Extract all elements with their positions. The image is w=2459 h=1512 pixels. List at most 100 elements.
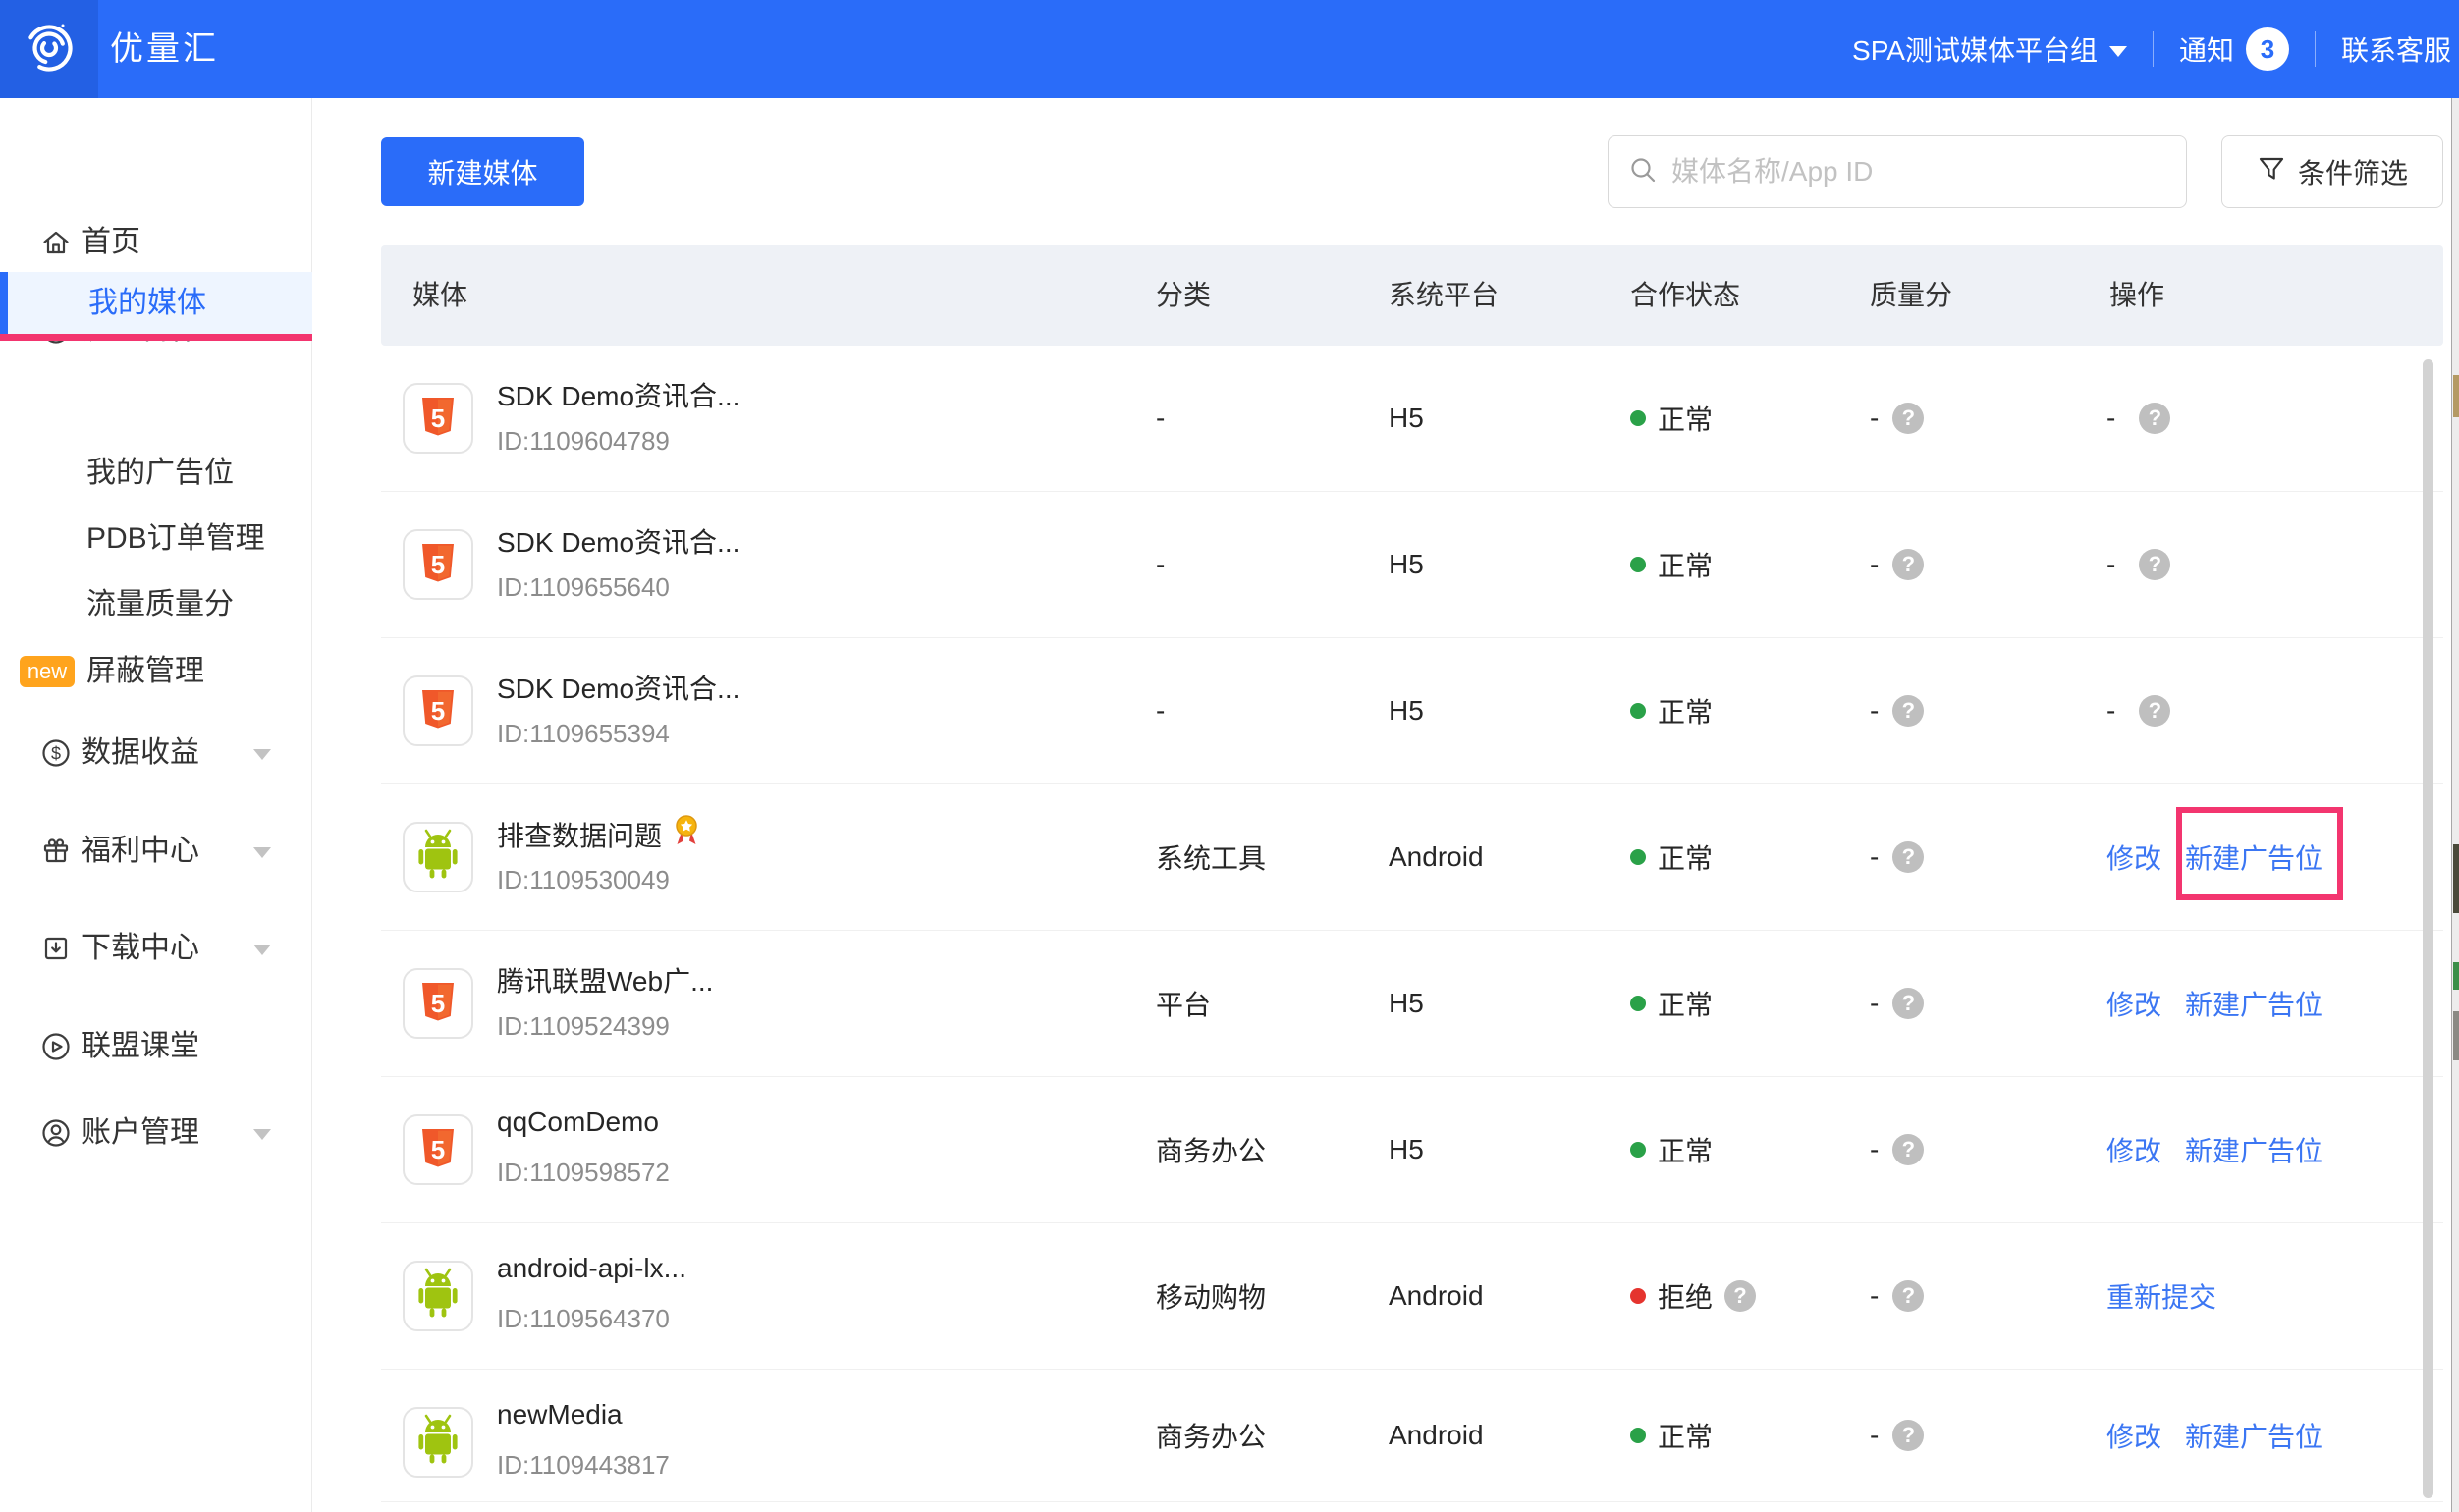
status-label: 正常 — [1658, 1416, 1713, 1455]
svg-text:5: 5 — [431, 550, 445, 579]
ops-cell: -? — [2106, 346, 2170, 491]
edit-link[interactable]: 修改 — [2106, 1416, 2161, 1455]
category-cell: 商务办公 — [1156, 1370, 1266, 1501]
help-icon[interactable]: ? — [1892, 1134, 1924, 1165]
help-icon[interactable]: ? — [1892, 988, 1924, 1019]
search-input[interactable] — [1671, 156, 2166, 188]
help-icon[interactable]: ? — [1892, 841, 1924, 873]
svg-text:5: 5 — [431, 1135, 445, 1164]
status-cell: 正常 — [1630, 492, 1713, 637]
status-cell: 正常 — [1630, 1370, 1713, 1501]
help-icon[interactable]: ? — [1892, 403, 1924, 434]
chevron-down-icon — [253, 945, 271, 955]
media-id: ID:1109530049 — [497, 865, 670, 895]
col-ops: 操作 — [2109, 245, 2164, 346]
ops-cell: 修改新建广告位 — [2106, 931, 2322, 1076]
platform-cell: Android — [1389, 1370, 1484, 1501]
sidebar-item-label: 联盟课堂 — [82, 1017, 199, 1076]
sidebar-item-traffic-quality[interactable]: 流量质量分 — [0, 575, 312, 634]
sidebar-item-union-classroom[interactable]: 联盟课堂 — [0, 1017, 312, 1076]
quality-dash: - — [1870, 549, 1879, 580]
app-logo[interactable] — [0, 0, 98, 98]
contact-support-link[interactable]: 联系客服 — [2341, 29, 2451, 69]
new-ad-slot-link[interactable]: 新建广告位 — [2185, 1130, 2322, 1169]
quality-cell: -? — [1870, 1370, 1924, 1501]
media-id: ID:1109564370 — [497, 1304, 670, 1334]
table-row: newMediaID:1109443817商务办公Android正常-?修改新建… — [381, 1370, 2443, 1502]
status-label: 正常 — [1658, 545, 1713, 584]
table-row: 5SDK Demo资讯合...ID:1109604789-H5正常-?-? — [381, 346, 2443, 492]
new-ad-slot-link[interactable]: 新建广告位 — [2185, 837, 2322, 877]
sidebar-item-account-management[interactable]: 账户管理 — [0, 1104, 312, 1162]
filter-button[interactable]: 条件筛选 — [2221, 135, 2443, 208]
html5-app-icon: 5 — [403, 529, 473, 600]
ops-cell: 重新提交 — [2106, 1223, 2216, 1369]
media-name: android-api-lx... — [497, 1253, 686, 1284]
status-label: 拒绝 — [1658, 1276, 1713, 1316]
quality-dash: - — [1870, 1420, 1879, 1451]
gift-icon — [39, 835, 73, 868]
status-label: 正常 — [1658, 691, 1713, 730]
search-icon — [1628, 155, 1658, 189]
quality-cell: -? — [1870, 931, 1924, 1076]
sidebar-item-label: 账户管理 — [82, 1104, 199, 1162]
medal-icon — [672, 814, 701, 854]
col-category: 分类 — [1156, 245, 1211, 346]
table-row: 5qqComDemoID:1109598572商务办公H5正常-?修改新建广告位 — [381, 1077, 2443, 1223]
help-icon[interactable]: ? — [2139, 403, 2170, 434]
status-dot — [1630, 1142, 1646, 1158]
divider — [2153, 31, 2154, 67]
new-media-button[interactable]: 新建媒体 — [381, 137, 584, 206]
help-icon[interactable]: ? — [1892, 695, 1924, 727]
edit-link[interactable]: 修改 — [2106, 1130, 2161, 1169]
sidebar-item-data-revenue[interactable]: $ 数据收益 — [0, 724, 312, 783]
sidebar-item-welfare-center[interactable]: 福利中心 — [0, 822, 312, 881]
sidebar-item-home[interactable]: 首页 — [0, 213, 312, 272]
edit-link[interactable]: 修改 — [2106, 984, 2161, 1023]
new-ad-slot-link[interactable]: 新建广告位 — [2185, 984, 2322, 1023]
status-cell: 正常 — [1630, 1077, 1713, 1222]
platform-cell: Android — [1389, 1223, 1484, 1369]
media-id: ID:1109598572 — [497, 1158, 670, 1188]
category-cell: 平台 — [1156, 931, 1211, 1076]
sidebar-item-pdb-orders[interactable]: PDB订单管理 — [0, 510, 312, 568]
search-box — [1608, 135, 2187, 208]
sidebar-item-my-ad-slots[interactable]: 我的广告位 — [0, 444, 312, 503]
vertical-scrollbar[interactable] — [2423, 359, 2433, 1498]
resubmit-link[interactable]: 重新提交 — [2106, 1276, 2216, 1316]
platform-cell: H5 — [1389, 346, 1424, 491]
sidebar-item-block-management[interactable]: new 屏蔽管理 — [0, 642, 312, 701]
android-app-icon — [403, 1261, 473, 1331]
account-group-dropdown[interactable]: SPA测试媒体平台组 — [1852, 29, 2127, 69]
help-icon[interactable]: ? — [1892, 549, 1924, 580]
html5-app-icon: 5 — [403, 968, 473, 1039]
android-app-icon — [403, 822, 473, 892]
edit-link[interactable]: 修改 — [2106, 837, 2161, 877]
help-icon[interactable]: ? — [1892, 1280, 1924, 1312]
help-icon[interactable]: ? — [1892, 1420, 1924, 1451]
media-id: ID:1109443817 — [497, 1450, 670, 1481]
col-quality: 质量分 — [1870, 245, 1952, 346]
chevron-down-icon — [253, 1129, 271, 1140]
platform-cell: H5 — [1389, 638, 1424, 783]
table-row: 排查数据问题ID:1109530049系统工具Android正常-?修改新建广告… — [381, 784, 2443, 931]
account-group-label: SPA测试媒体平台组 — [1852, 29, 2098, 69]
sidebar-item-label: 我的媒体 — [88, 272, 206, 334]
screen-edge-strip — [2451, 98, 2459, 1512]
category-cell: 系统工具 — [1156, 784, 1266, 930]
category-cell: - — [1156, 638, 1165, 783]
quality-cell: -? — [1870, 1077, 1924, 1222]
filter-label: 条件筛选 — [2298, 152, 2408, 191]
help-icon[interactable]: ? — [2139, 549, 2170, 580]
ops-dash: - — [2106, 695, 2115, 727]
sidebar-item-download-center[interactable]: 下载中心 — [0, 919, 312, 978]
new-ad-slot-link[interactable]: 新建广告位 — [2185, 1416, 2322, 1455]
media-name: 排查数据问题 — [497, 815, 662, 854]
sidebar-item-label: 流量质量分 — [86, 575, 234, 634]
html5-app-icon: 5 — [403, 1114, 473, 1185]
help-icon[interactable]: ? — [1724, 1280, 1756, 1312]
col-platform: 系统平台 — [1389, 245, 1499, 346]
help-icon[interactable]: ? — [2139, 695, 2170, 727]
sidebar-item-my-media[interactable]: 我的媒体 — [0, 272, 312, 334]
notifications-button[interactable]: 通知 3 — [2179, 27, 2289, 71]
